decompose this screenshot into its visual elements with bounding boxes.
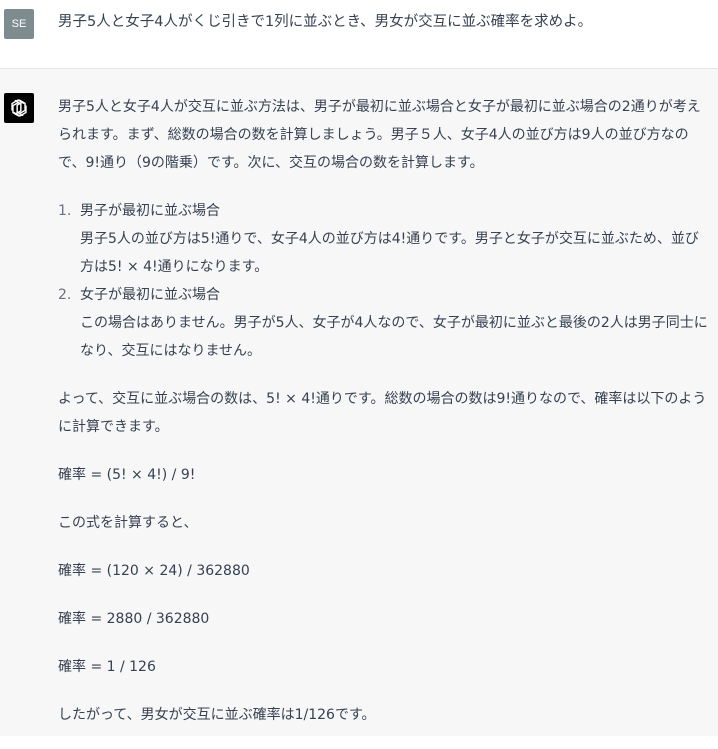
list-number: 2. bbox=[58, 287, 72, 303]
formula-line: 確率 = 1 / 126 bbox=[58, 659, 156, 675]
user-message-row: SE 男子5人と女子4人がくじ引きで1列に並ぶとき、男女が交互に並ぶ確率を求めよ… bbox=[0, 0, 718, 69]
list-item: 1. 男子が最初に並ぶ場合 男子5人の並び方は5!通りで、女子4人の並び方は4!… bbox=[58, 197, 710, 281]
list-item-title: 女子が最初に並ぶ場合 bbox=[80, 287, 220, 303]
assistant-message-content: 男子5人と女子4人が交互に並ぶ方法は、男子が最初に並ぶ場合と女子が最初に並ぶ場合… bbox=[58, 93, 710, 749]
list-item: 2. 女子が最初に並ぶ場合 この場合はありません。男子が5人、女子が4人なので、… bbox=[58, 281, 710, 365]
assistant-message-row: 男子5人と女子4人が交互に並ぶ方法は、男子が最初に並ぶ場合と女子が最初に並ぶ場合… bbox=[0, 69, 718, 736]
intro-paragraph: 男子5人と女子4人が交互に並ぶ方法は、男子が最初に並ぶ場合と女子が最初に並ぶ場合… bbox=[58, 99, 701, 171]
user-avatar: SE bbox=[4, 9, 34, 39]
formula-line: 確率 = 2880 / 362880 bbox=[58, 611, 210, 627]
conclusion-paragraph: よって、交互に並ぶ場合の数は、5! × 4!通りです。総数の場合の数は9!通りな… bbox=[58, 391, 707, 435]
openai-logo-icon bbox=[4, 93, 34, 123]
list-item-body: 男子5人の並び方は5!通りで、女子4人の並び方は4!通りです。男子と女子が交互に… bbox=[80, 231, 699, 275]
formula-line: 確率 = (5! × 4!) / 9! bbox=[58, 467, 196, 483]
final-answer: したがって、男女が交互に並ぶ確率は1/126です。 bbox=[58, 707, 376, 723]
openai-logo-svg bbox=[11, 99, 27, 117]
list-number: 1. bbox=[58, 203, 72, 219]
list-item-body: この場合はありません。男子が5人、女子が4人なので、女子が最初に並ぶと最後の2人… bbox=[80, 315, 708, 359]
compute-note: この式を計算すると、 bbox=[58, 515, 198, 531]
case-list: 1. 男子が最初に並ぶ場合 男子5人の並び方は5!通りで、女子4人の並び方は4!… bbox=[58, 197, 710, 365]
formula-line: 確率 = (120 × 24) / 362880 bbox=[58, 563, 250, 579]
list-item-title: 男子が最初に並ぶ場合 bbox=[80, 203, 220, 219]
user-message-text: 男子5人と女子4人がくじ引きで1列に並ぶとき、男女が交互に並ぶ確率を求めよ。 bbox=[58, 14, 593, 30]
